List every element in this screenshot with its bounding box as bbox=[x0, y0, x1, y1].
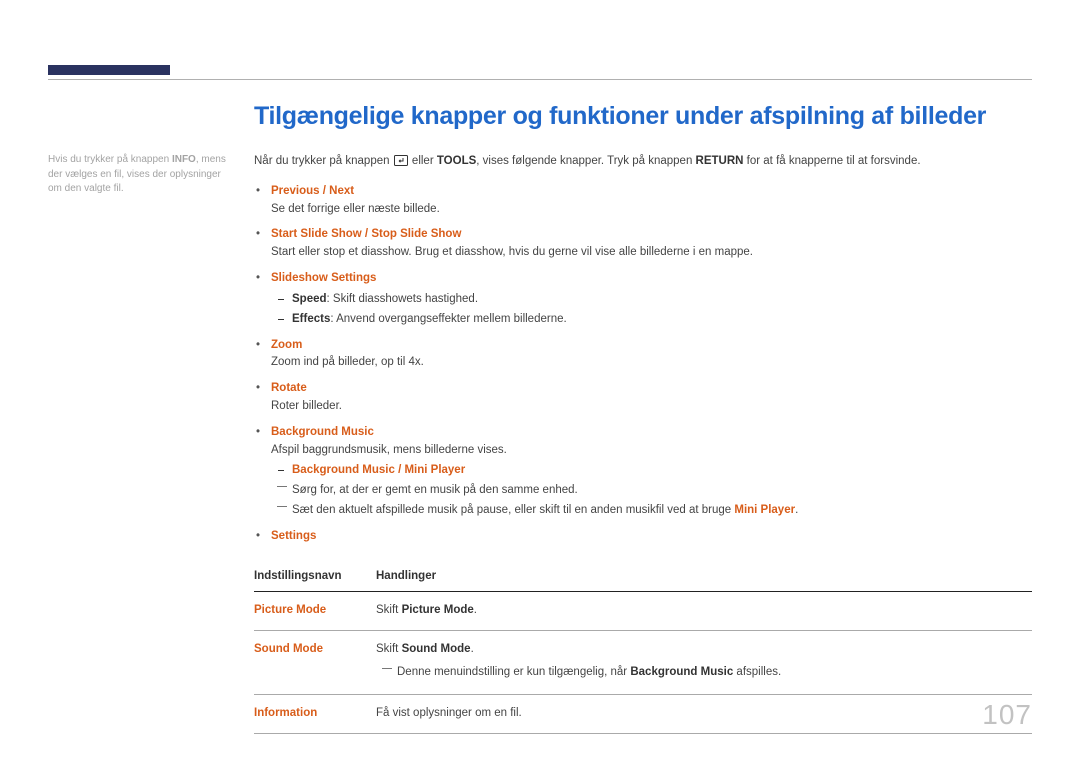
item-zoom: Zoom Zoom ind på billeder, op til 4x. bbox=[254, 337, 1032, 373]
table-row: Sound Mode Skift Sound Mode. Denne menui… bbox=[254, 631, 1032, 695]
header-rule bbox=[48, 79, 1032, 80]
enter-icon bbox=[394, 155, 408, 166]
item-slideshow-settings: Slideshow Settings Speed: Skift diasshow… bbox=[254, 270, 1032, 328]
page-title: Tilgængelige knapper og funktioner under… bbox=[254, 102, 1032, 131]
header-bar bbox=[48, 65, 170, 75]
item-rotate: Rotate Roter billeder. bbox=[254, 380, 1032, 416]
item-start-stop-slideshow: Start Slide Show / Stop Slide Show Start… bbox=[254, 226, 1032, 262]
feature-list: Previous / Next Se det forrige eller næs… bbox=[254, 183, 1032, 546]
table-row: Information Få vist oplysninger om en fi… bbox=[254, 694, 1032, 733]
settings-table: Indstillingsnavn Handlinger Picture Mode… bbox=[254, 568, 1032, 734]
table-row: Picture Mode Skift Picture Mode. bbox=[254, 592, 1032, 631]
page-number: 107 bbox=[982, 699, 1032, 731]
intro-line: Når du trykker på knappen eller TOOLS, v… bbox=[254, 153, 1032, 171]
col-handlinger: Handlinger bbox=[376, 568, 1032, 592]
note-mini-player: Sæt den aktuelt afspillede musik på paus… bbox=[271, 502, 1032, 520]
item-previous-next: Previous / Next Se det forrige eller næs… bbox=[254, 183, 1032, 219]
note-sound-mode: Denne menuindstilling er kun tilgængelig… bbox=[376, 664, 1032, 682]
side-note: Hvis du trykker på knappen INFO, mens de… bbox=[48, 153, 231, 734]
col-indstillingsnavn: Indstillingsnavn bbox=[254, 568, 376, 592]
content-row: Hvis du trykker på knappen INFO, mens de… bbox=[48, 153, 1032, 734]
item-background-music: Background Music Afspil baggrundsmusik, … bbox=[254, 424, 1032, 520]
item-settings: Settings bbox=[254, 528, 1032, 546]
note-storage: Sørg for, at der er gemt en musik på den… bbox=[271, 482, 1032, 500]
main-column: Når du trykker på knappen eller TOOLS, v… bbox=[254, 153, 1032, 734]
